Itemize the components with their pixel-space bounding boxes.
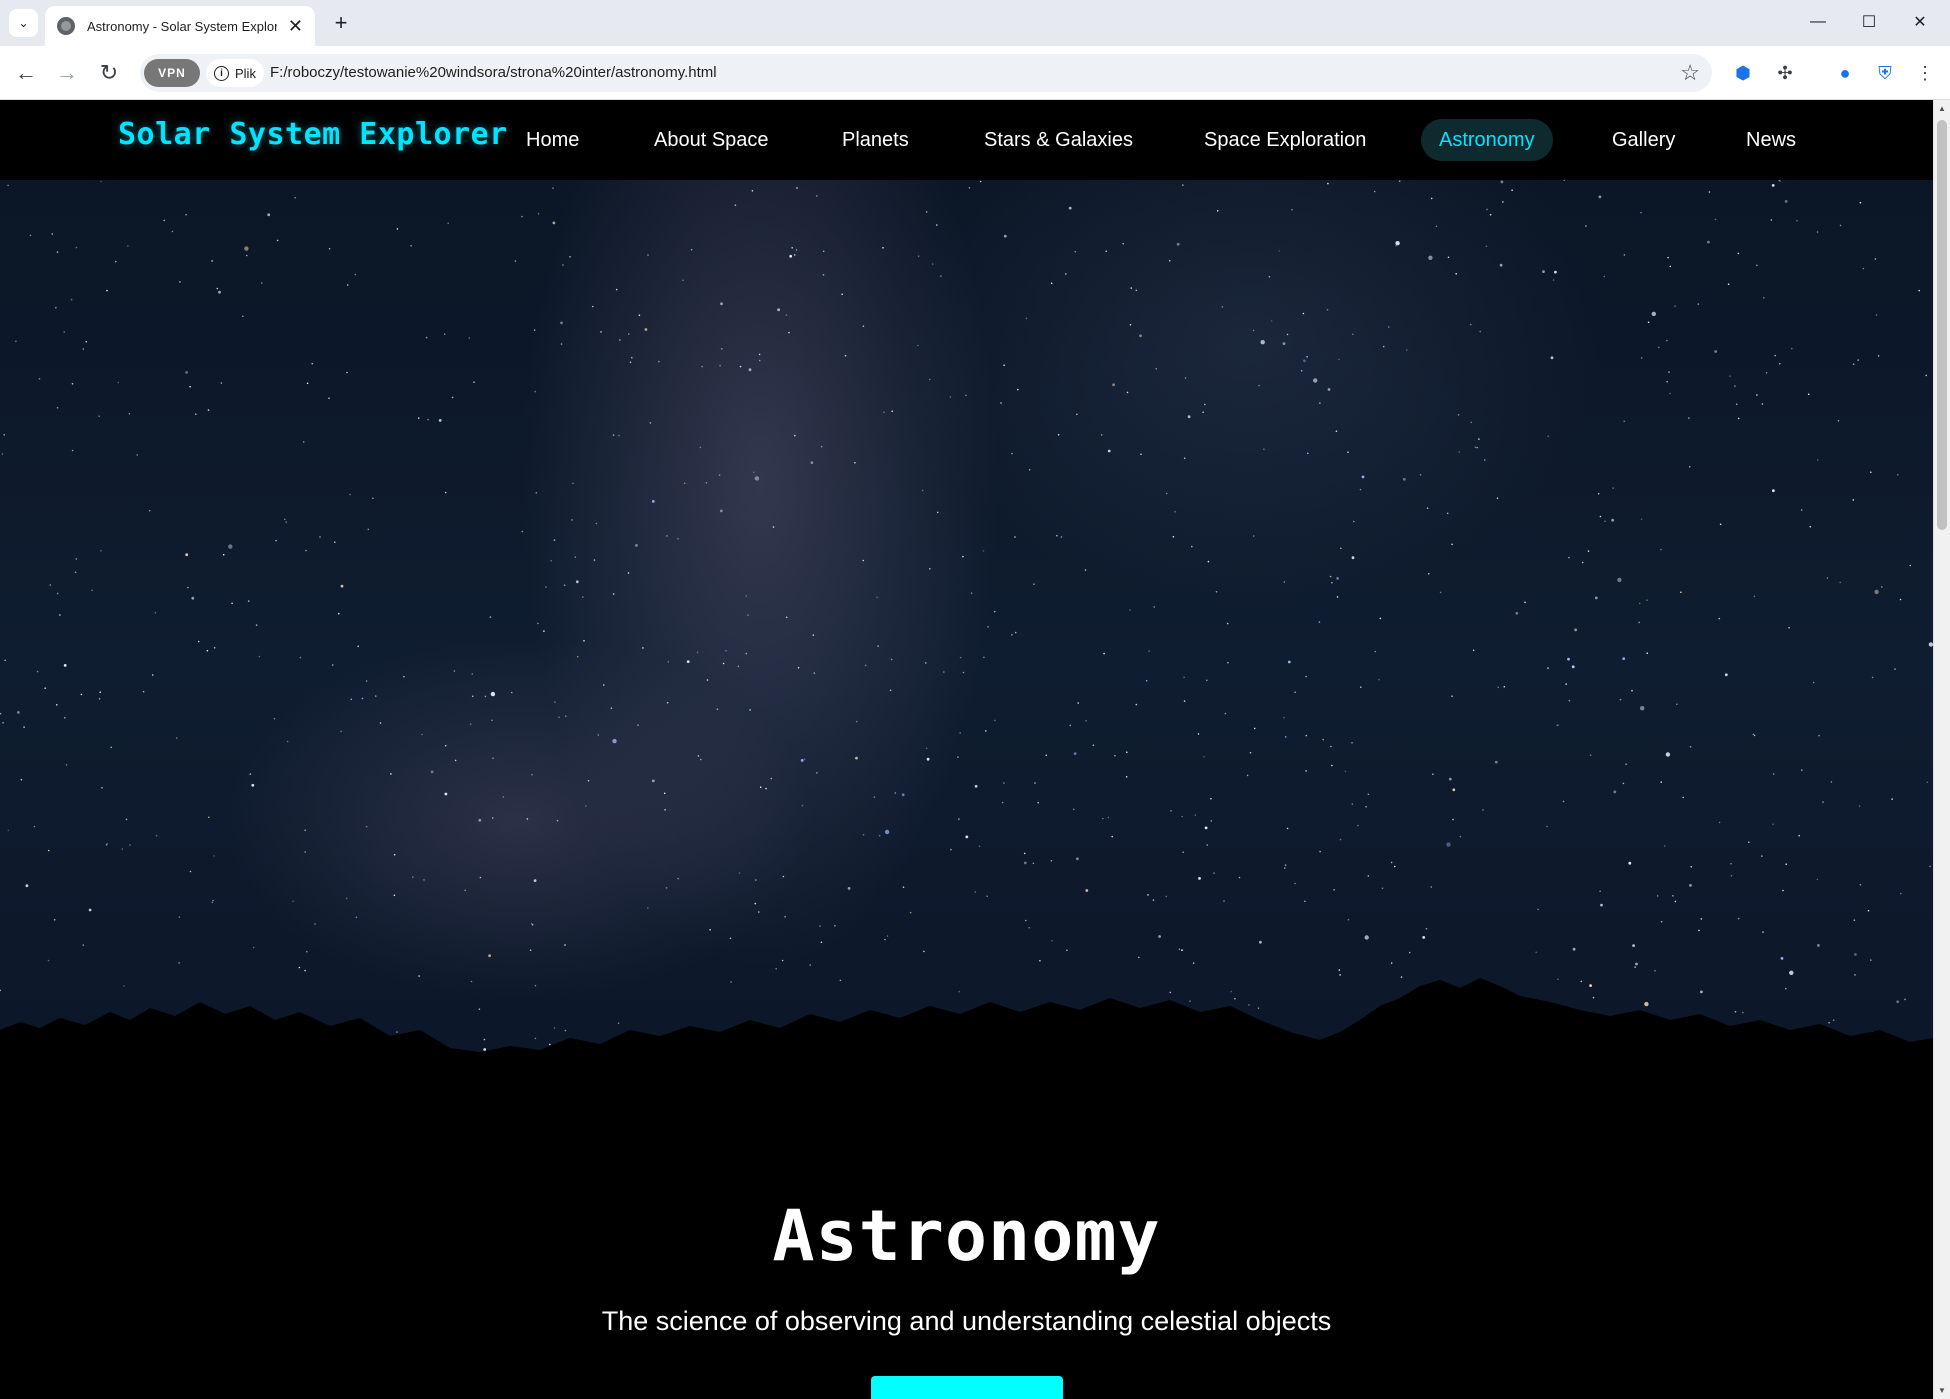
hero-section: Astronomy The science of observing and u… <box>0 180 1933 1399</box>
close-window-button[interactable]: ✕ <box>1905 8 1935 36</box>
arrow-left-icon: ← <box>15 60 37 85</box>
info-icon: i <box>214 65 229 81</box>
forward-button[interactable]: → <box>52 58 82 88</box>
tab-search-button[interactable]: ⌄ <box>9 9 38 37</box>
scroll-down-arrow-icon[interactable]: ▼ <box>1937 1386 1947 1395</box>
extensions-puzzle-icon[interactable]: ✣ <box>1770 58 1800 88</box>
vpn-label: VPN <box>158 66 186 80</box>
reload-button[interactable]: ↻ <box>94 58 124 88</box>
nav-link-news[interactable]: News <box>1728 119 1814 161</box>
scrollbar-thumb[interactable] <box>1937 120 1947 530</box>
nav-link-about-space[interactable]: About Space <box>636 119 787 161</box>
vpn-badge[interactable]: VPN <box>144 59 200 87</box>
close-icon[interactable]: ✕ <box>288 16 303 37</box>
arrow-right-icon: → <box>56 60 78 85</box>
page-viewport: Solar System Explorer Home About Space P… <box>0 100 1950 1399</box>
address-bar[interactable]: VPN i Plik F:/roboczy/testowanie%20winds… <box>140 54 1712 92</box>
browser-tab-strip: ⌄ Astronomy - Solar System Explorer ✕ + … <box>0 0 1950 46</box>
shield-check-icon[interactable]: ⛨ <box>1870 58 1900 88</box>
minimize-button[interactable]: — <box>1803 8 1833 36</box>
chevron-down-icon: ⌄ <box>18 16 29 30</box>
site-info-label: Plik <box>235 65 256 81</box>
nav-link-gallery[interactable]: Gallery <box>1594 119 1693 161</box>
back-button[interactable]: ← <box>11 58 41 88</box>
site-navbar: Solar System Explorer Home About Space P… <box>0 100 1933 180</box>
scroll-up-arrow-icon[interactable]: ▲ <box>1937 104 1947 113</box>
hero-title: Astronomy <box>772 1195 1161 1277</box>
site-info-chip[interactable]: i Plik <box>206 59 264 87</box>
more-menu-icon[interactable]: ⋮ <box>1910 58 1940 88</box>
reload-icon: ↻ <box>99 60 119 85</box>
url-text[interactable]: F:/roboczy/testowanie%20windsora/strona%… <box>270 64 717 81</box>
maximize-icon: ☐ <box>1861 14 1877 31</box>
browser-toolbar: ← → ↻ VPN i Plik F:/roboczy/testowanie%2… <box>0 46 1950 100</box>
nav-link-stars-galaxies[interactable]: Stars & Galaxies <box>966 119 1151 161</box>
bookmark-star-icon[interactable]: ☆ <box>1680 60 1700 86</box>
plus-icon: + <box>334 10 348 35</box>
new-tab-button[interactable]: + <box>327 9 355 37</box>
minimize-icon: — <box>1810 13 1826 30</box>
start-learning-button[interactable]: Start Learning <box>871 1376 1063 1399</box>
password-manager-icon[interactable]: ⬢ <box>1728 58 1758 88</box>
nav-link-home[interactable]: Home <box>508 119 597 161</box>
maximize-button[interactable]: ☐ <box>1854 8 1884 36</box>
profile-avatar-icon[interactable]: ● <box>1830 58 1860 88</box>
page-scrollbar[interactable]: ▲ ▼ <box>1933 100 1950 1399</box>
tab-title: Astronomy - Solar System Explorer <box>87 18 277 34</box>
nav-link-astronomy[interactable]: Astronomy <box>1421 119 1553 161</box>
nav-link-planets[interactable]: Planets <box>824 119 927 161</box>
hero-subtitle: The science of observing and understandi… <box>601 1306 1332 1336</box>
globe-icon <box>57 17 75 35</box>
browser-tab-active[interactable]: Astronomy - Solar System Explorer ✕ <box>45 6 315 46</box>
close-icon: ✕ <box>1913 14 1927 31</box>
site-logo[interactable]: Solar System Explorer <box>118 117 508 152</box>
nav-link-space-exploration[interactable]: Space Exploration <box>1186 119 1384 161</box>
